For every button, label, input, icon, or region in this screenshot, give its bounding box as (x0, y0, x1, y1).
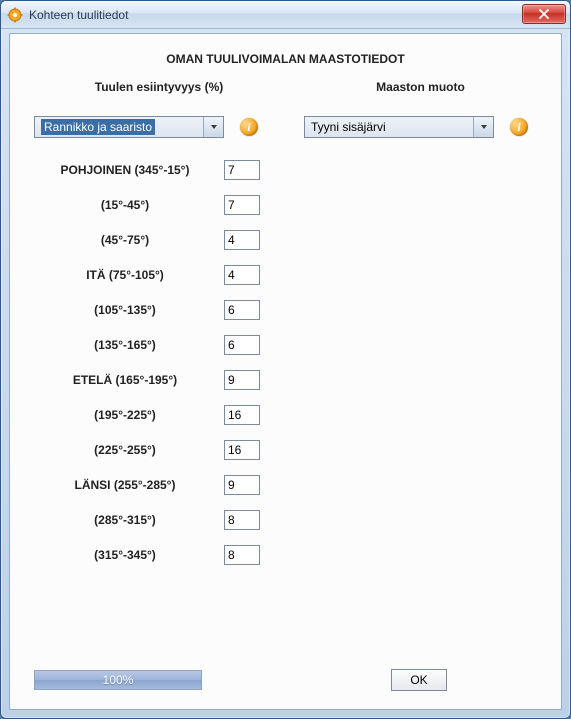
value-input[interactable] (224, 265, 260, 285)
terrain-shape-select[interactable]: Tyyni sisäjärvi (304, 116, 494, 138)
right-subhead: Maaston muoto (304, 80, 537, 94)
row-285-315: (285°-315°) (34, 510, 284, 530)
chevron-down-icon (473, 117, 493, 137)
dialog-window: Kohteen tuulitiedot OMAN TUULIVOIMALAN M… (0, 0, 571, 719)
row-195-225: (195°-225°) (34, 405, 284, 425)
columns: Tuulen esiintyvyys (%) Rannikko ja saari… (34, 80, 537, 580)
row-label: ETELÄ (165°-195°) (34, 373, 224, 387)
direction-rows: POHJOINEN (345°-15°) (15°-45°) (45°-75°)… (34, 160, 284, 565)
row-label: (135°-165°) (34, 338, 224, 352)
close-icon (539, 9, 549, 19)
value-input[interactable] (224, 335, 260, 355)
right-select-row: Tyyni sisäjärvi i (304, 116, 537, 138)
column-left: Tuulen esiintyvyys (%) Rannikko ja saari… (34, 80, 284, 580)
value-input[interactable] (224, 475, 260, 495)
row-etela: ETELÄ (165°-195°) (34, 370, 284, 390)
row-label: (195°-225°) (34, 408, 224, 422)
chevron-down-icon (203, 117, 223, 137)
select-value: Rannikko ja saaristo (41, 119, 155, 135)
value-input[interactable] (224, 160, 260, 180)
row-315-345: (315°-345°) (34, 545, 284, 565)
row-225-255: (225°-255°) (34, 440, 284, 460)
row-label: (15°-45°) (34, 198, 224, 212)
row-15-45: (15°-45°) (34, 195, 284, 215)
info-icon[interactable]: i (510, 118, 528, 136)
row-label: ITÄ (75°-105°) (34, 268, 224, 282)
info-icon[interactable]: i (240, 118, 258, 136)
page-heading: OMAN TUULIVOIMALAN MAASTOTIEDOT (34, 52, 537, 66)
ok-button[interactable]: OK (391, 669, 447, 691)
row-label: (225°-255°) (34, 443, 224, 457)
row-label: (285°-315°) (34, 513, 224, 527)
value-input[interactable] (224, 510, 260, 530)
left-select-row: Rannikko ja saaristo i (34, 116, 284, 138)
row-label: (45°-75°) (34, 233, 224, 247)
select-value: Tyyni sisäjärvi (311, 120, 386, 134)
close-button[interactable] (522, 4, 566, 24)
client-area: OMAN TUULIVOIMALAN MAASTOTIEDOT Tuulen e… (9, 33, 562, 710)
footer: 100% OK (34, 669, 537, 691)
row-105-135: (105°-135°) (34, 300, 284, 320)
value-input[interactable] (224, 405, 260, 425)
value-input[interactable] (224, 440, 260, 460)
row-label: LÄNSI (255°-285°) (34, 478, 224, 492)
row-45-75: (45°-75°) (34, 230, 284, 250)
row-ita: ITÄ (75°-105°) (34, 265, 284, 285)
value-input[interactable] (224, 545, 260, 565)
column-right: Maaston muoto Tyyni sisäjärvi i (304, 80, 537, 580)
row-lansi: LÄNSI (255°-285°) (34, 475, 284, 495)
value-input[interactable] (224, 230, 260, 250)
row-135-165: (135°-165°) (34, 335, 284, 355)
row-label: (105°-135°) (34, 303, 224, 317)
row-pohjoinen: POHJOINEN (345°-15°) (34, 160, 284, 180)
value-input[interactable] (224, 300, 260, 320)
value-input[interactable] (224, 195, 260, 215)
progress-bar: 100% (34, 670, 202, 690)
row-label: POHJOINEN (345°-15°) (34, 163, 224, 177)
left-subhead: Tuulen esiintyvyys (%) (34, 80, 284, 94)
value-input[interactable] (224, 370, 260, 390)
progress-text: 100% (103, 673, 134, 687)
row-label: (315°-345°) (34, 548, 224, 562)
wind-occurrence-select[interactable]: Rannikko ja saaristo (34, 116, 224, 138)
app-icon (7, 7, 23, 23)
ok-label: OK (410, 673, 427, 687)
titlebar[interactable]: Kohteen tuulitiedot (1, 1, 570, 29)
window-title: Kohteen tuulitiedot (29, 8, 128, 22)
